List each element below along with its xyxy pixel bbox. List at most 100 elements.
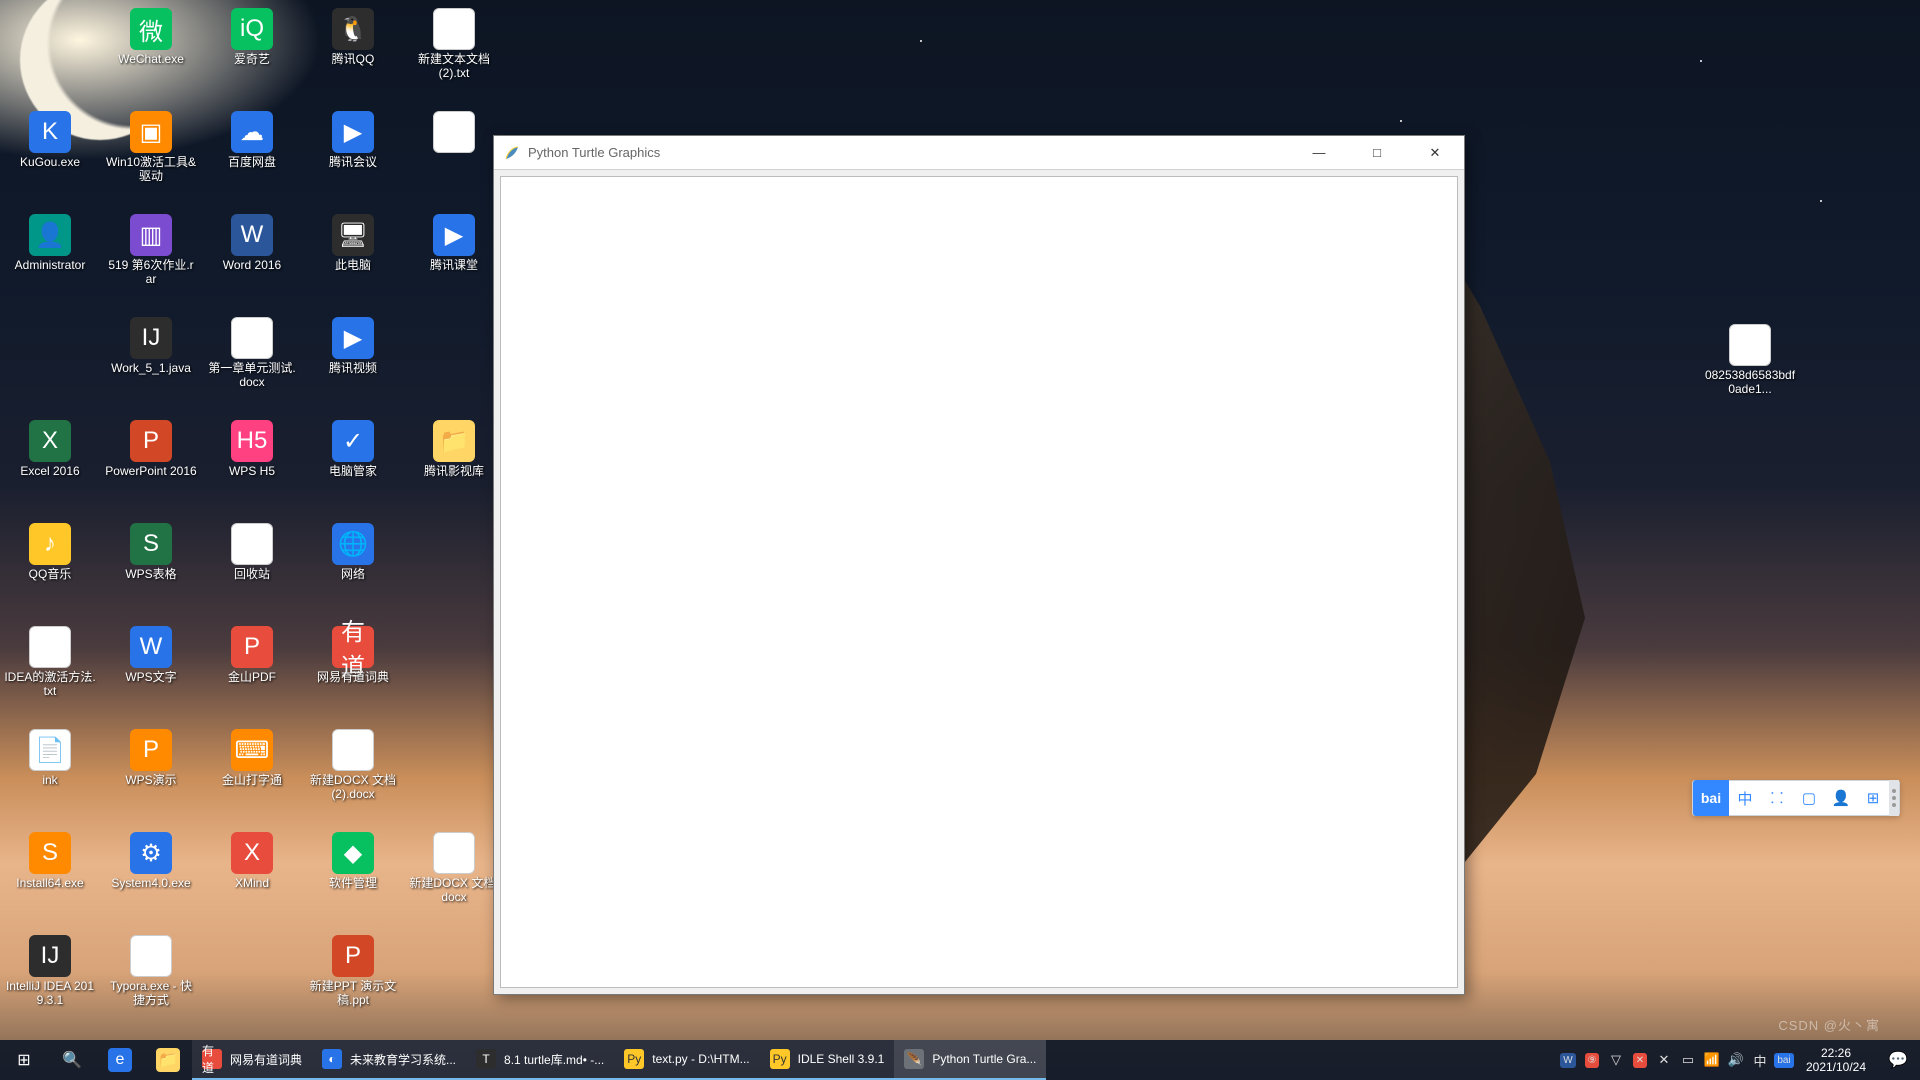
desktop-icon[interactable]: ▣Win10激活工具&驱动 bbox=[101, 107, 201, 187]
desktop-icon-label: KuGou.exe bbox=[20, 155, 80, 169]
desktop-icon[interactable]: 👤Administrator bbox=[0, 210, 100, 276]
desktop-icon[interactable]: ☁百度网盘 bbox=[202, 107, 302, 173]
baidu-ime-bar[interactable]: bai 中⸬▢👤⊞ bbox=[1692, 780, 1900, 816]
desktop-icon[interactable]: P新建PPT 演示文稿.ppt bbox=[303, 931, 403, 1011]
desktop-icon[interactable]: ♪QQ音乐 bbox=[0, 519, 100, 585]
turtle-window[interactable]: Python Turtle Graphics — □ ✕ bbox=[493, 135, 1465, 995]
desktop-icon[interactable]: 微WeChat.exe bbox=[101, 4, 201, 70]
close-button[interactable]: ✕ bbox=[1406, 136, 1464, 169]
taskbar: ⊞ 🔍 e📁 有道网易有道词典◐未来教育学习系统...T8.1 turtle库.… bbox=[0, 1040, 1920, 1080]
app-icon: ⚙ bbox=[130, 832, 172, 874]
desktop-icon[interactable]: 有道网易有道词典 bbox=[303, 622, 403, 688]
desktop-icon[interactable]: 🖥此电脑 bbox=[303, 210, 403, 276]
desktop-icon[interactable]: PWPS演示 bbox=[101, 725, 201, 791]
tray-icon[interactable]: ▽ bbox=[1604, 1040, 1628, 1080]
desktop-icon-label: Administrator bbox=[15, 258, 86, 272]
desktop-icon-label: Typora.exe - 快捷方式 bbox=[105, 979, 197, 1007]
tray-icon[interactable]: 中 bbox=[1748, 1040, 1772, 1080]
baidu-ime-item[interactable]: 中 bbox=[1729, 780, 1761, 816]
desktop-icon[interactable]: P金山PDF bbox=[202, 622, 302, 688]
tray-icon[interactable]: ▭ bbox=[1676, 1040, 1700, 1080]
tray-icon[interactable]: bai bbox=[1772, 1040, 1796, 1080]
desktop-icon-label: WPS H5 bbox=[229, 464, 275, 478]
taskbar-pinned-explorer[interactable]: 📁 bbox=[144, 1040, 192, 1080]
tray-icon[interactable]: ✕ bbox=[1628, 1040, 1652, 1080]
notification-button[interactable]: 💬 bbox=[1876, 1050, 1920, 1070]
desktop-icon[interactable]: 📁腾讯影视库 bbox=[404, 416, 504, 482]
desktop-icon[interactable]: 🌐网络 bbox=[303, 519, 403, 585]
system-tray: W⑨▽✕✕▭📶🔊中bai 22:26 2021/10/24 💬 bbox=[1556, 1040, 1920, 1080]
maximize-button[interactable]: □ bbox=[1348, 136, 1406, 169]
desktop-icon[interactable]: W第一章单元测试.docx bbox=[202, 313, 302, 393]
taskbar-app[interactable]: Pytext.py - D:\HTM... bbox=[614, 1040, 759, 1080]
window-controls: — □ ✕ bbox=[1290, 136, 1464, 169]
titlebar[interactable]: Python Turtle Graphics — □ ✕ bbox=[494, 136, 1464, 170]
app-icon: ≡ bbox=[433, 8, 475, 50]
desktop-icon[interactable]: ◆软件管理 bbox=[303, 828, 403, 894]
desktop-icon[interactable]: ⚙System4.0.exe bbox=[101, 828, 201, 894]
desktop-icon[interactable]: iQ爱奇艺 bbox=[202, 4, 302, 70]
desktop-icon[interactable]: XExcel 2016 bbox=[0, 416, 100, 482]
taskbar-pinned-edge[interactable]: e bbox=[96, 1040, 144, 1080]
desktop-icon[interactable]: SInstall64.exe bbox=[0, 828, 100, 894]
desktop-icon-label: ink bbox=[42, 773, 57, 787]
desktop-icon[interactable]: KKuGou.exe bbox=[0, 107, 100, 173]
tray-icon[interactable]: 🔊 bbox=[1724, 1040, 1748, 1080]
taskbar-app[interactable]: ◐未来教育学习系统... bbox=[312, 1040, 466, 1080]
tray-icon[interactable]: ⑨ bbox=[1580, 1040, 1604, 1080]
wallpaper-star bbox=[1400, 120, 1402, 122]
desktop-icon[interactable]: 📄ink bbox=[0, 725, 100, 791]
minimize-button[interactable]: — bbox=[1290, 136, 1348, 169]
taskbar-app[interactable]: 有道网易有道词典 bbox=[192, 1040, 312, 1080]
desktop-icon-label: 新建PPT 演示文稿.ppt bbox=[307, 979, 399, 1007]
app-icon: 🌐 bbox=[332, 523, 374, 565]
turtle-canvas[interactable] bbox=[500, 176, 1458, 988]
desktop-icon[interactable]: W新建DOCX 文档 (2).docx bbox=[303, 725, 403, 805]
desktop-icon[interactable]: WWPS文字 bbox=[101, 622, 201, 688]
start-button[interactable]: ⊞ bbox=[0, 1040, 48, 1080]
taskbar-app[interactable]: T8.1 turtle库.md• -... bbox=[466, 1040, 614, 1080]
baidu-drag-handle[interactable] bbox=[1889, 780, 1899, 816]
tray-icon[interactable]: W bbox=[1556, 1040, 1580, 1080]
tray-icon[interactable]: ✕ bbox=[1652, 1040, 1676, 1080]
desktop-icon-label: WPS演示 bbox=[125, 773, 176, 787]
desktop-icon[interactable]: PPowerPoint 2016 bbox=[101, 416, 201, 482]
app-icon: Py bbox=[624, 1049, 644, 1069]
desktop-icon[interactable]: ≡ bbox=[404, 107, 504, 159]
desktop-icon[interactable]: ▶腾讯课堂 bbox=[404, 210, 504, 276]
desktop-icon[interactable]: 🐧腾讯QQ bbox=[303, 4, 403, 70]
baidu-logo-icon[interactable]: bai bbox=[1693, 780, 1729, 816]
desktop-icon[interactable]: WWord 2016 bbox=[202, 210, 302, 276]
baidu-ime-item[interactable]: ⸬ bbox=[1761, 780, 1793, 816]
taskbar-clock[interactable]: 22:26 2021/10/24 bbox=[1796, 1046, 1876, 1074]
desktop-icon[interactable]: ▭ 082538d6583bdf0ade1... bbox=[1700, 320, 1800, 400]
baidu-ime-item[interactable]: 👤 bbox=[1825, 780, 1857, 816]
feather-icon bbox=[504, 145, 520, 161]
app-icon: ▶ bbox=[332, 317, 374, 359]
baidu-ime-item[interactable]: ▢ bbox=[1793, 780, 1825, 816]
desktop-icon[interactable]: H5WPS H5 bbox=[202, 416, 302, 482]
desktop-icon[interactable]: SWPS表格 bbox=[101, 519, 201, 585]
desktop-icon[interactable]: ▶腾讯视频 bbox=[303, 313, 403, 379]
desktop-icon[interactable]: ≡IDEA的激活方法.txt bbox=[0, 622, 100, 702]
app-icon: W bbox=[332, 729, 374, 771]
desktop-icon[interactable]: ▶腾讯会议 bbox=[303, 107, 403, 173]
desktop-icon[interactable]: IJWork_5_1.java bbox=[101, 313, 201, 379]
taskbar-app[interactable]: PyIDLE Shell 3.9.1 bbox=[760, 1040, 895, 1080]
search-button[interactable]: 🔍 bbox=[48, 1040, 96, 1080]
desktop-icon[interactable]: ▥519 第6次作业.rar bbox=[101, 210, 201, 290]
desktop-icon[interactable]: ≡新建文本文档 (2).txt bbox=[404, 4, 504, 84]
search-icon: 🔍 bbox=[62, 1050, 82, 1070]
app-icon: P bbox=[231, 626, 273, 668]
desktop-icon[interactable]: IJIntelliJ IDEA 2019.3.1 bbox=[0, 931, 100, 1011]
desktop-icon[interactable]: 🗑回收站 bbox=[202, 519, 302, 585]
desktop-icon[interactable]: ⌨金山打字通 bbox=[202, 725, 302, 791]
desktop-icon[interactable]: ✓电脑管家 bbox=[303, 416, 403, 482]
taskbar-app[interactable]: 🪶Python Turtle Gra... bbox=[894, 1040, 1046, 1080]
app-icon: ▣ bbox=[130, 111, 172, 153]
desktop-icon[interactable]: W新建DOCX 文档.docx bbox=[404, 828, 504, 908]
desktop-icon[interactable]: XXMind bbox=[202, 828, 302, 894]
desktop-icon[interactable]: TTypora.exe - 快捷方式 bbox=[101, 931, 201, 1011]
tray-icon[interactable]: 📶 bbox=[1700, 1040, 1724, 1080]
baidu-ime-item[interactable]: ⊞ bbox=[1857, 780, 1889, 816]
